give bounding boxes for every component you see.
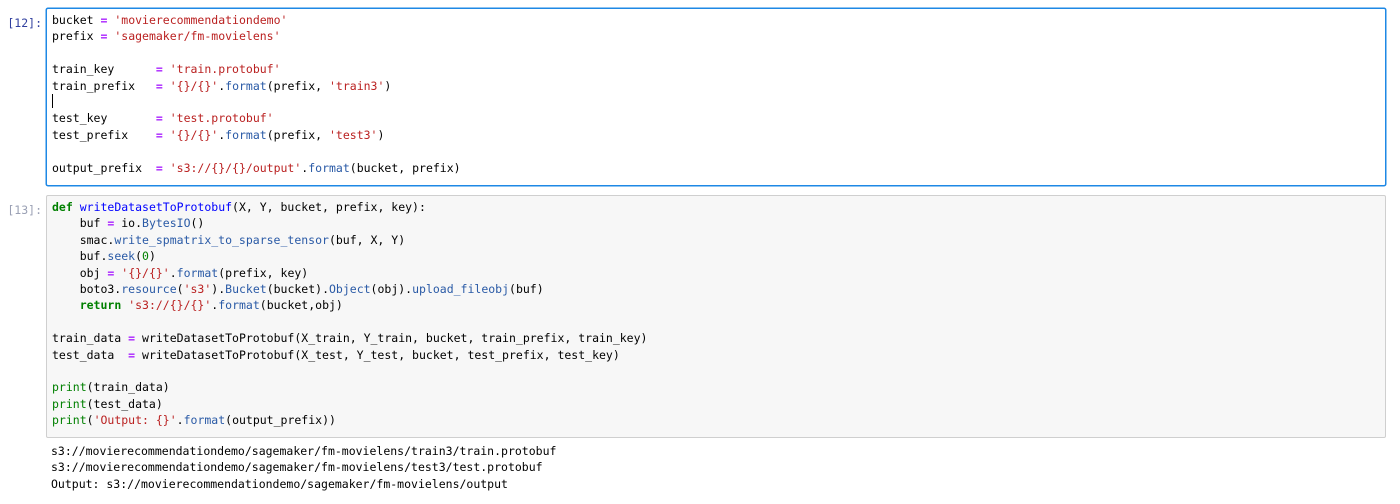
code-block[interactable]: bucket = 'movierecommendationdemo' prefi… — [47, 9, 1385, 179]
code-line: print('Output: {}'.format(output_prefix)… — [52, 413, 336, 428]
code-line: return 's3://{}/{}'.format(bucket,obj) — [79, 298, 343, 313]
code-line: train_data = writeDatasetToProtobuf(X_tr… — [52, 331, 648, 346]
stdout-text: s3://movierecommendationdemo/sagemaker/f… — [46, 440, 1386, 495]
code-block[interactable]: def writeDatasetToProtobuf(X, Y, bucket,… — [47, 196, 1385, 432]
code-line: buf.seek(0) — [52, 249, 156, 264]
code-line: bucket = 'movierecommendationdemo' — [52, 13, 288, 27]
code-line: print(test_data) — [52, 396, 163, 411]
output-line: s3://movierecommendationdemo/sagemaker/f… — [51, 444, 557, 458]
code-line: obj = '{}/{}'.format(prefix, key) — [52, 265, 309, 280]
code-line: train_prefix = '{}/{}'.format(prefix, 't… — [52, 78, 392, 93]
code-line: buf = io.BytesIO() — [52, 216, 205, 231]
cell-prompt: [13]: — [7, 203, 42, 217]
code-line: test_key = 'test.protobuf' — [52, 111, 274, 126]
output-line: s3://movierecommendationdemo/sagemaker/f… — [51, 460, 543, 475]
code-line: test_data = writeDatasetToProtobuf(X_tes… — [52, 347, 620, 362]
code-editor[interactable]: bucket = 'movierecommendationdemo' prefi… — [46, 8, 1386, 186]
text-cursor — [52, 94, 53, 109]
code-line: print(train_data) — [52, 380, 170, 395]
code-editor[interactable]: def writeDatasetToProtobuf(X, Y, bucket,… — [46, 195, 1386, 438]
code-line: test_prefix = '{}/{}'.format(prefix, 'te… — [52, 127, 385, 142]
cell-output: s3://movierecommendationdemo/sagemaker/f… — [46, 440, 1386, 495]
code-line: boto3.resource('s3').Bucket(bucket).Obje… — [52, 282, 544, 297]
code-line: output_prefix = 's3://{}/{}/output'.form… — [52, 160, 461, 175]
code-line: def writeDatasetToProtobuf(X, Y, bucket,… — [52, 200, 426, 214]
cell-prompt: [12]: — [7, 16, 42, 30]
code-line — [52, 94, 53, 109]
code-line: smac.write_spmatrix_to_sparse_tensor(buf… — [52, 232, 406, 247]
code-line: train_key = 'train.protobuf' — [52, 62, 281, 77]
output-line: Output: s3://movierecommendationdemo/sag… — [51, 476, 508, 491]
code-line: prefix = 'sagemaker/fm-movielens' — [52, 29, 281, 44]
